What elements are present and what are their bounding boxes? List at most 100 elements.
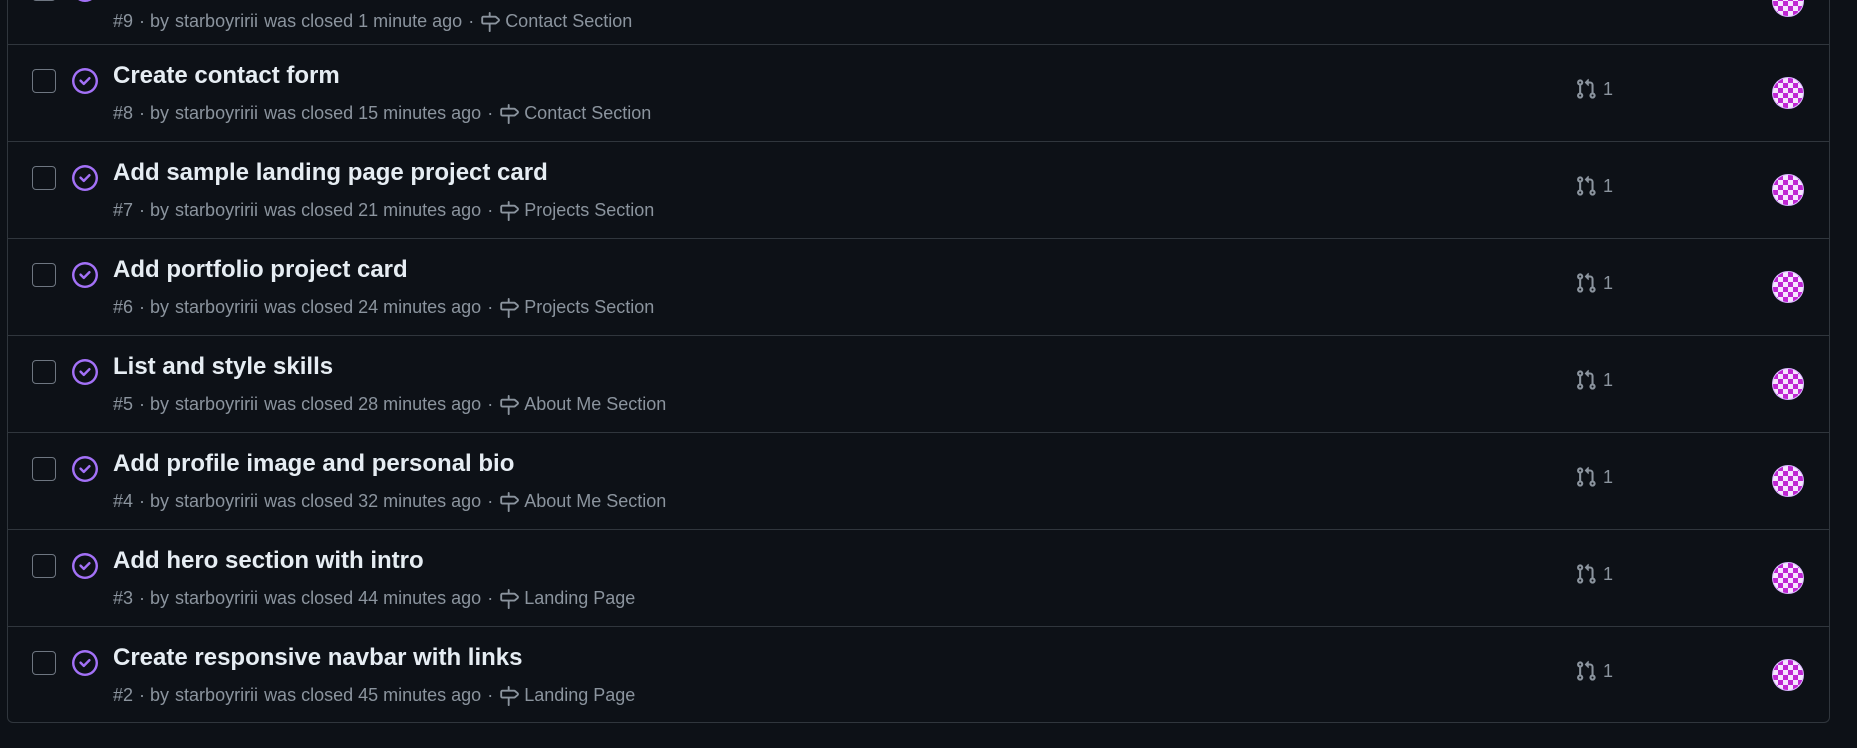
issue-select-checkbox[interactable]	[32, 554, 56, 578]
issue-closed-time: was closed 44 minutes ago	[264, 588, 482, 608]
assignee-avatar[interactable]	[1772, 174, 1804, 206]
linked-pull-requests[interactable]: 1	[1575, 660, 1613, 682]
linked-pull-requests[interactable]: 1	[1575, 563, 1613, 585]
milestone-icon	[481, 11, 501, 32]
linked-pull-requests[interactable]: 1	[1575, 272, 1613, 294]
issue-title[interactable]: List and style skills	[113, 353, 333, 381]
issue-closed-icon	[72, 650, 98, 676]
meta-separator: ·	[487, 200, 494, 220]
issue-number: #7	[113, 200, 134, 220]
milestone-label: Contact Section	[524, 103, 652, 123]
by-prefix: · by	[139, 588, 170, 608]
issue-closed-icon	[72, 262, 98, 288]
issue-title[interactable]: Add profile image and personal bio	[113, 450, 514, 478]
issue-title[interactable]: Create contact form	[113, 62, 340, 90]
milestone-label: Contact Section	[505, 11, 633, 31]
issue-number: #5	[113, 394, 134, 414]
issue-select-checkbox[interactable]	[32, 360, 56, 384]
issue-closed-icon	[72, 553, 98, 579]
issue-closed-icon	[72, 165, 98, 191]
linked-pr-count: 1	[1603, 175, 1614, 196]
issue-row[interactable]: Add hero section with intro #3 · by star…	[8, 529, 1829, 626]
linked-pull-requests[interactable]: 1	[1575, 466, 1613, 488]
issue-closed-time: was closed 28 minutes ago	[264, 394, 482, 414]
issue-row[interactable]: Create responsive navbar with links #2 ·…	[8, 626, 1829, 722]
milestone-link[interactable]: Landing Page	[499, 588, 635, 609]
issue-title[interactable]: Add portfolio project card	[113, 256, 408, 284]
issue-number: #4	[113, 491, 134, 511]
git-pull-request-icon	[1577, 78, 1596, 99]
issue-title[interactable]: Create responsive navbar with links	[113, 644, 523, 672]
issue-select-checkbox[interactable]	[32, 457, 56, 481]
milestone-label: About Me Section	[524, 394, 667, 414]
git-pull-request-icon	[1577, 369, 1596, 390]
issue-select-checkbox[interactable]	[32, 651, 56, 675]
assignee-avatar[interactable]	[1772, 368, 1804, 400]
issue-author-link[interactable]: starboyririi	[175, 588, 258, 609]
issue-row[interactable]: List and style skills #5 · by starboyrir…	[8, 335, 1829, 432]
assignee-avatar[interactable]	[1772, 271, 1804, 303]
by-prefix: · by	[139, 297, 170, 317]
meta-separator: ·	[487, 297, 494, 317]
milestone-link[interactable]: Contact Section	[499, 103, 651, 124]
issue-row[interactable]: Add profile image and personal bio #4 · …	[8, 432, 1829, 529]
milestone-link[interactable]: Projects Section	[499, 200, 654, 221]
issue-author-link[interactable]: starboyririi	[175, 491, 258, 512]
by-prefix: · by	[139, 394, 170, 414]
by-prefix: · by	[139, 103, 170, 123]
issue-title[interactable]: Add sample landing page project card	[113, 159, 548, 187]
issue-author-link[interactable]: starboyririi	[175, 200, 258, 221]
linked-pull-requests[interactable]: 1	[1575, 369, 1613, 391]
assignee-avatar[interactable]	[1772, 465, 1804, 497]
assignee-avatar[interactable]	[1772, 562, 1804, 594]
issue-meta: #3 · by starboyririi was closed 44 minut…	[113, 588, 635, 609]
milestone-icon	[500, 588, 520, 609]
issue-meta: #4 · by starboyririi was closed 32 minut…	[113, 491, 666, 512]
by-prefix: · by	[139, 491, 170, 511]
issue-select-checkbox[interactable]	[32, 263, 56, 287]
linked-pr-count: 1	[1603, 272, 1614, 293]
milestone-link[interactable]: About Me Section	[499, 491, 666, 512]
issue-row[interactable]: Add sample landing page project card #7 …	[8, 141, 1829, 238]
issue-meta: #9 · by starboyririi was closed 1 minute…	[113, 11, 632, 32]
milestone-label: Landing Page	[524, 685, 636, 705]
issue-author-link[interactable]: starboyririi	[175, 685, 258, 706]
linked-pr-count: 1	[1603, 563, 1614, 584]
issue-author-link[interactable]: starboyririi	[175, 103, 258, 124]
assignee-avatar[interactable]	[1772, 659, 1804, 691]
issue-select-checkbox[interactable]	[32, 166, 56, 190]
issue-closed-icon	[72, 456, 98, 482]
git-pull-request-icon	[1577, 660, 1596, 681]
milestone-link[interactable]: About Me Section	[499, 394, 666, 415]
issue-author-link[interactable]: starboyririi	[175, 297, 258, 318]
issue-author-link[interactable]: starboyririi	[175, 11, 258, 32]
milestone-icon	[500, 685, 520, 706]
issue-closed-time: was closed 21 minutes ago	[264, 200, 482, 220]
assignee-avatar[interactable]	[1772, 77, 1804, 109]
issue-closed-time: was closed 45 minutes ago	[264, 685, 482, 705]
issue-closed-time: was closed 15 minutes ago	[264, 103, 482, 123]
issue-closed-icon	[72, 68, 98, 94]
issue-meta: #2 · by starboyririi was closed 45 minut…	[113, 685, 635, 706]
assignee-avatar[interactable]	[1772, 0, 1804, 17]
meta-separator: ·	[487, 685, 494, 705]
milestone-label: Projects Section	[524, 200, 655, 220]
issue-number: #2	[113, 685, 134, 705]
milestone-link[interactable]: Projects Section	[499, 297, 654, 318]
issue-meta: #7 · by starboyririi was closed 21 minut…	[113, 200, 654, 221]
issue-row[interactable]: #9 · by starboyririi was closed 1 minute…	[8, 0, 1829, 50]
issue-row[interactable]: Create contact form #8 · by starboyririi…	[8, 44, 1829, 141]
issue-title[interactable]: Add hero section with intro	[113, 547, 424, 575]
milestone-icon	[500, 200, 520, 221]
issue-select-checkbox[interactable]	[32, 0, 56, 1]
linked-pull-requests[interactable]: 1	[1575, 175, 1613, 197]
milestone-link[interactable]: Contact Section	[480, 11, 632, 32]
issue-closed-icon	[78, 0, 92, 2]
linked-pull-requests[interactable]: 1	[1575, 78, 1613, 100]
issue-author-link[interactable]: starboyririi	[175, 394, 258, 415]
issue-select-checkbox[interactable]	[32, 69, 56, 93]
issue-row[interactable]: Add portfolio project card #6 · by starb…	[8, 238, 1829, 335]
issue-closed-time: was closed 24 minutes ago	[264, 297, 482, 317]
milestone-link[interactable]: Landing Page	[499, 685, 635, 706]
issue-meta: #6 · by starboyririi was closed 24 minut…	[113, 297, 654, 318]
